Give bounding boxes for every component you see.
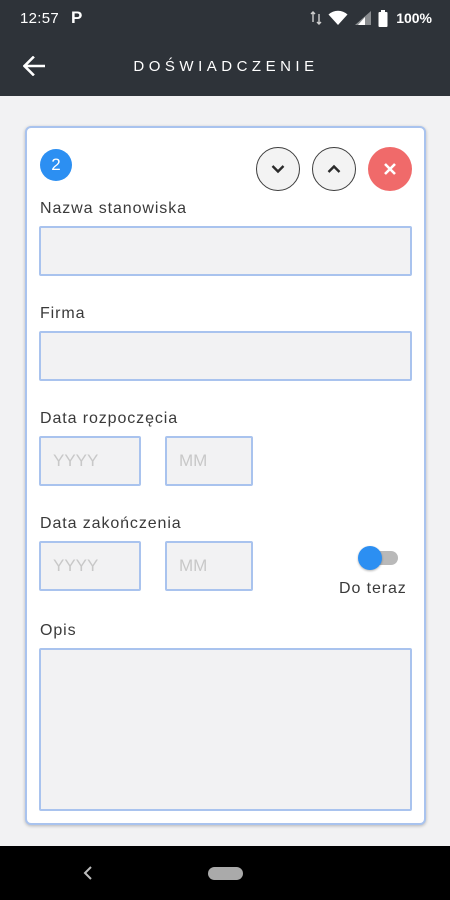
system-navigation-bar bbox=[0, 846, 450, 900]
description-textarea[interactable] bbox=[39, 648, 412, 811]
page-title: DOŚWIADCZENIE bbox=[133, 57, 319, 75]
experience-card: 2 Nazwa stanowiska Firma Data rozpoczęci… bbox=[25, 126, 426, 825]
description-label: Opis bbox=[40, 622, 77, 639]
chevron-up-icon bbox=[327, 164, 341, 173]
chevron-left-icon bbox=[83, 866, 92, 880]
battery-icon bbox=[378, 9, 388, 27]
status-bar: 12:57 P 100% bbox=[0, 0, 450, 36]
home-pill-button[interactable] bbox=[208, 867, 243, 880]
data-transfer-icon bbox=[310, 11, 322, 25]
app-bar: DOŚWIADCZENIE bbox=[0, 36, 450, 96]
app-notification-icon: P bbox=[71, 8, 83, 27]
chevron-down-icon bbox=[271, 165, 285, 174]
move-up-button[interactable] bbox=[312, 147, 356, 191]
remove-entry-button[interactable] bbox=[368, 147, 412, 191]
company-input[interactable] bbox=[39, 331, 412, 381]
end-date-label: Data zakończenia bbox=[40, 515, 182, 532]
arrow-left-icon bbox=[23, 56, 45, 76]
entry-number-badge: 2 bbox=[40, 149, 72, 181]
position-label: Nazwa stanowiska bbox=[40, 200, 187, 217]
start-month-input[interactable]: MM bbox=[165, 436, 253, 486]
until-now-label: Do teraz bbox=[339, 580, 407, 597]
status-time: 12:57 bbox=[20, 9, 60, 27]
end-year-input[interactable]: YYYY bbox=[39, 541, 141, 591]
toggle-knob bbox=[358, 546, 382, 570]
end-month-input[interactable]: MM bbox=[165, 541, 253, 591]
wifi-icon bbox=[328, 10, 348, 25]
start-year-input[interactable]: YYYY bbox=[39, 436, 141, 486]
position-input[interactable] bbox=[39, 226, 412, 276]
signal-icon bbox=[355, 11, 372, 25]
back-button[interactable] bbox=[18, 50, 50, 82]
system-back-button[interactable] bbox=[78, 862, 98, 884]
move-down-button[interactable] bbox=[256, 147, 300, 191]
close-icon bbox=[384, 163, 396, 175]
battery-percent: 100% bbox=[396, 10, 432, 26]
until-now-toggle[interactable] bbox=[358, 546, 400, 570]
company-label: Firma bbox=[40, 305, 86, 322]
start-date-label: Data rozpoczęcia bbox=[40, 410, 179, 427]
